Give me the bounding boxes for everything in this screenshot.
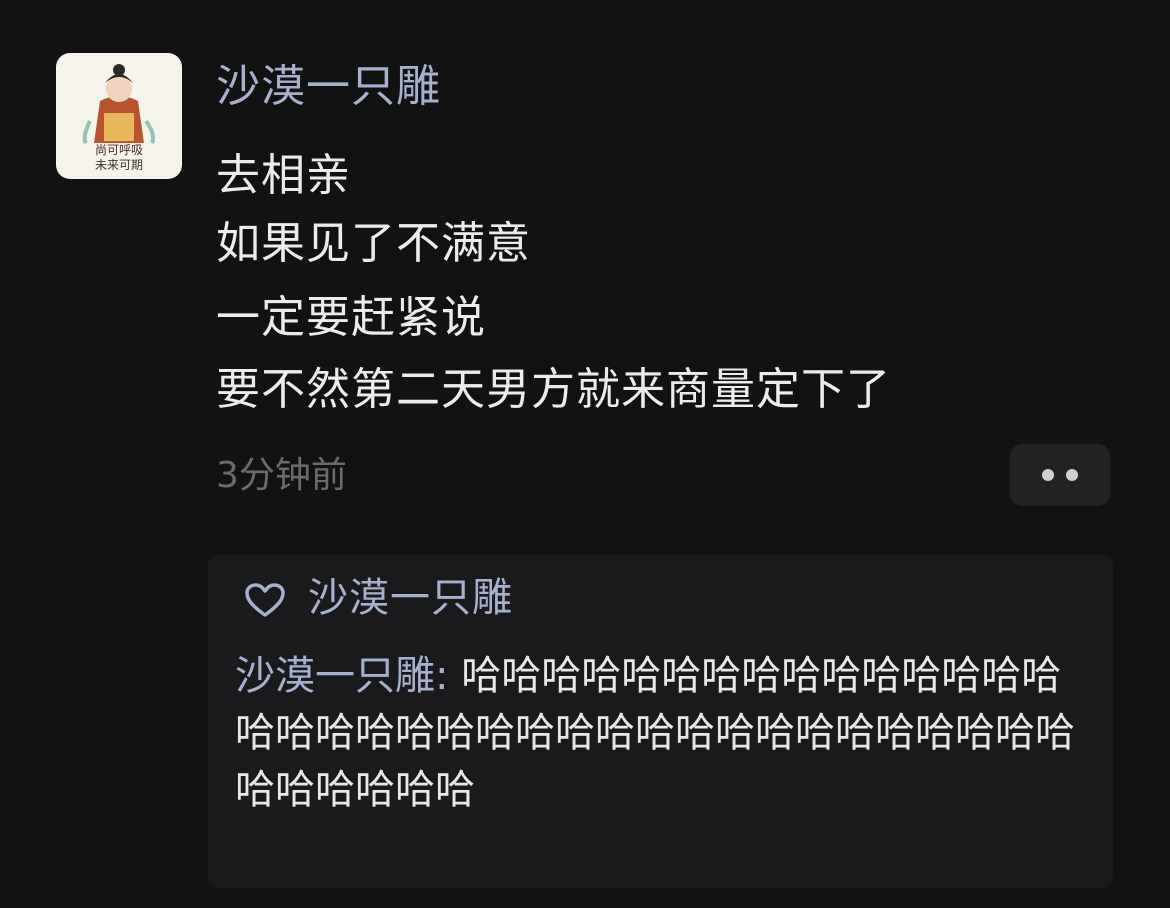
- comment-item[interactable]: 沙漠一只雕: 哈哈哈哈哈哈哈哈哈哈哈哈哈哈哈哈哈哈哈哈哈哈哈哈哈哈哈哈哈哈哈哈哈…: [235, 648, 1095, 819]
- post-timestamp: 3分钟前: [216, 455, 347, 496]
- liker-name[interactable]: 沙漠一只雕: [308, 573, 513, 623]
- likes-comments-panel: 沙漠一只雕 沙漠一只雕: 哈哈哈哈哈哈哈哈哈哈哈哈哈哈哈哈哈哈哈哈哈哈哈哈哈哈哈…: [208, 555, 1113, 888]
- avatar[interactable]: 尚可呼吸 未来可期: [56, 53, 182, 179]
- more-dots-icon: [1066, 469, 1078, 481]
- post-text-line-4: 要不然第二天男方就来商量定下了: [216, 364, 891, 415]
- heart-outline-icon: [245, 583, 285, 617]
- more-actions-button[interactable]: [1010, 444, 1110, 506]
- post-text-line-1: 去相亲: [216, 150, 351, 201]
- comment-separator: :: [435, 653, 462, 699]
- post-text-line-2: 如果见了不满意: [216, 218, 531, 269]
- avatar-caption: 尚可呼吸 未来可期: [94, 143, 143, 172]
- commenter-name[interactable]: 沙漠一只雕: [235, 653, 435, 699]
- post-text-line-3: 一定要赶紧说: [216, 292, 486, 343]
- more-dots-icon: [1042, 469, 1054, 481]
- post-author-name[interactable]: 沙漠一只雕: [216, 58, 441, 116]
